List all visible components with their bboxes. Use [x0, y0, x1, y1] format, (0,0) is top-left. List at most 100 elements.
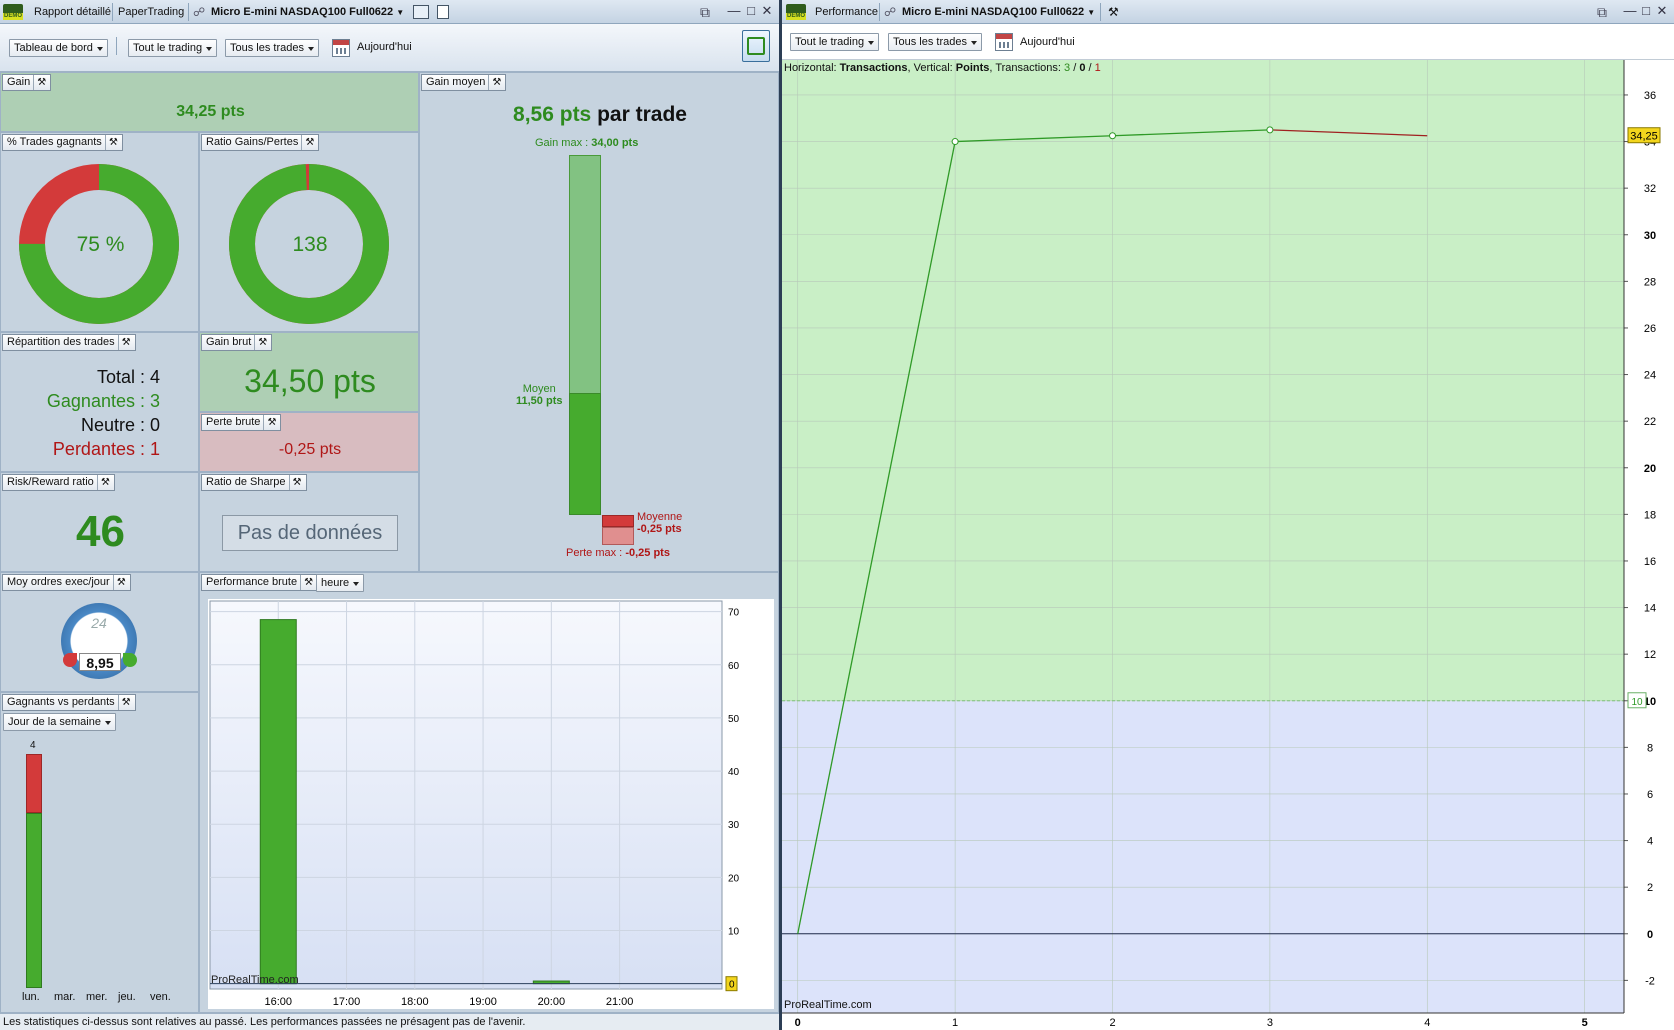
weekday-label: jeu.	[118, 991, 136, 1003]
avg-gain-headline-value: 8,56 pts	[513, 103, 592, 126]
calendar-icon[interactable]	[995, 33, 1013, 51]
y-tick-label: 0	[1647, 929, 1653, 941]
demo-icon: DEMO	[3, 4, 23, 20]
maximize-icon[interactable]: □	[743, 0, 759, 24]
minimize-icon[interactable]: —	[1622, 0, 1638, 24]
y-tick-label: 6	[1647, 789, 1653, 801]
copy-icon[interactable]	[437, 5, 449, 19]
x-tick-label: 1	[952, 1017, 958, 1029]
x-tick-label: 21:00	[606, 996, 634, 1008]
trades-dropdown[interactable]: Tous les trades	[888, 33, 982, 51]
x-tick-label: 5	[1582, 1017, 1588, 1029]
weekday-dropdown[interactable]: Jour de la semaine	[3, 713, 116, 731]
share-icon[interactable]: ⧉	[700, 0, 710, 24]
trading-dropdown[interactable]: Tout le trading	[790, 33, 880, 51]
weekday-label: lun.	[22, 991, 40, 1003]
weekday-label: ven.	[150, 991, 171, 1003]
avg-gain-caption: Moyen 11,50 pts	[516, 383, 563, 408]
close-icon[interactable]: ✕	[1654, 0, 1670, 24]
avg-loss-caption: Moyenne -0,25 pts	[637, 511, 683, 535]
winners-vs-losers-panel-tag[interactable]: Gagnants vs perdants	[2, 694, 136, 711]
date-range-label[interactable]: Aujourd'hui	[357, 41, 412, 53]
risk-reward-panel-tag[interactable]: Risk/Reward ratio	[2, 474, 115, 491]
y-tick-label: 36	[1644, 90, 1656, 102]
left-toolbar: Tableau de bord Tout le trading Tous les…	[0, 24, 779, 72]
gross-gain-panel-tag[interactable]: Gain brut	[201, 334, 273, 351]
last-value-label: 34,25	[1630, 131, 1658, 143]
y-tick-label: 12	[1644, 649, 1656, 661]
equity-point	[1266, 126, 1274, 134]
wrench-icon[interactable]: ⚒	[1108, 0, 1119, 24]
sharpe-ratio-panel-tag[interactable]: Ratio de Sharpe	[201, 474, 307, 491]
gain-loss-ratio-panel-tag[interactable]: Ratio Gains/Pertes	[201, 134, 320, 151]
divider	[1100, 3, 1101, 21]
winning-trades: Gagnantes : 3	[46, 391, 160, 411]
gross-loss-panel-tag[interactable]: Perte brute	[201, 414, 282, 431]
gross-gain-value: 34,50 pts	[244, 363, 376, 399]
x-tick-label: 16:00	[265, 996, 293, 1008]
x-tick-label: 19:00	[469, 996, 497, 1008]
customize-dashboard-icon[interactable]	[742, 30, 770, 62]
gross-performance-chart: 10 20 30 40 50 60 70 16:00 17:00 18:00 19:00 20:00 2…	[209, 600, 740, 1008]
y-tick-label: -2	[1645, 975, 1655, 987]
gross-performance-chart-frame: 10 20 30 40 50 60 70 16:00 17:00 18:00 19:00 20:00 2…	[208, 599, 774, 1009]
y-tick-label: 22	[1644, 416, 1656, 428]
maximize-icon[interactable]: □	[1638, 0, 1654, 24]
period-dropdown[interactable]: heure	[316, 574, 365, 592]
instrument-selector[interactable]: Micro E-mini NASDAQ100 Full0622 ▼	[902, 0, 1095, 24]
avg-gain-panel-tag[interactable]: Gain moyen	[421, 74, 507, 91]
x-tick-label: 4	[1424, 1017, 1430, 1029]
link-icon[interactable]: ☍	[193, 0, 205, 24]
link-icon[interactable]: ☍	[884, 0, 896, 24]
y-tick-label: 60	[728, 661, 740, 672]
window-title: Performance	[815, 6, 878, 18]
avg-gain-headline-suffix: par trade	[597, 103, 687, 126]
performance-chart: -202468101214161820222426283032343601234…	[782, 60, 1661, 1029]
x-tick-label: 18:00	[401, 996, 429, 1008]
trades-dropdown[interactable]: Tous les trades	[225, 39, 319, 57]
gross-gain-panel: Gain brut 34,50 pts	[199, 332, 419, 412]
chart-watermark: ProRealTime.com	[211, 974, 299, 986]
bar	[259, 619, 297, 985]
gain-loss-ratio-panel: Ratio Gains/Pertes 138	[199, 132, 419, 332]
calendar-icon[interactable]	[332, 39, 350, 57]
winners-vs-losers-max-label: 4	[30, 740, 36, 751]
minimize-icon[interactable]: —	[726, 0, 742, 24]
y-tick-label: 16	[1644, 556, 1656, 568]
y-tick-label: 4	[1647, 836, 1653, 848]
zero-marker-label: 0	[729, 980, 735, 991]
max-gain-caption: Gain max : 34,00 pts	[535, 137, 639, 149]
max-loss-caption: Perte max : -0,25 pts	[566, 547, 670, 559]
right-title-bar: DEMO Performance ☍ Micro E-mini NASDAQ10…	[782, 0, 1674, 24]
gain-loss-ratio-value: 138	[292, 233, 328, 256]
avg-loss-bar	[602, 515, 634, 527]
win-bar	[26, 812, 42, 988]
demo-icon: DEMO	[786, 4, 806, 20]
close-icon[interactable]: ✕	[759, 0, 775, 24]
instrument-selector[interactable]: Micro E-mini NASDAQ100 Full0622 ▼	[211, 0, 416, 24]
gross-loss-value: -0,25 pts	[278, 441, 342, 458]
trade-distribution-panel-tag[interactable]: Répartition des trades	[2, 334, 136, 351]
divider	[112, 3, 113, 21]
win-rate-panel-tag[interactable]: % Trades gagnants	[2, 134, 123, 151]
chart-window-icon[interactable]	[413, 5, 429, 19]
right-toolbar: Tout le trading Tous les trades Aujourd'…	[782, 24, 1674, 60]
weekday-label: mar.	[54, 991, 76, 1003]
trading-dropdown[interactable]: Tout le trading	[128, 39, 218, 57]
sharpe-ratio-panel: Ratio de Sharpe Pas de données	[199, 472, 419, 572]
orders-per-day-value: 8,95	[79, 653, 121, 671]
gain-panel-tag[interactable]: Gain	[2, 74, 52, 91]
orders-per-day-panel-tag[interactable]: Moy ordres exec/jour	[2, 574, 131, 591]
date-range-label[interactable]: Aujourd'hui	[1020, 36, 1075, 48]
y-tick-label: 30	[1644, 230, 1656, 242]
share-icon[interactable]: ⧉	[1597, 0, 1607, 24]
gross-performance-panel-tag[interactable]: Performance brute	[201, 574, 319, 591]
dashboard-dropdown[interactable]: Tableau de bord	[9, 39, 108, 57]
max-loss-bar	[602, 527, 634, 545]
y-tick-label: 14	[1644, 603, 1656, 615]
x-tick-label: 3	[1267, 1017, 1273, 1029]
gross-performance-panel: Performance brute heure 10 20 30 40 50 60 70 16…	[199, 572, 779, 1013]
x-tick-label: 2	[1109, 1017, 1115, 1029]
tab-detailed-report[interactable]: Rapport détaillé	[34, 0, 111, 24]
tab-papertrading[interactable]: PaperTrading	[118, 0, 184, 24]
